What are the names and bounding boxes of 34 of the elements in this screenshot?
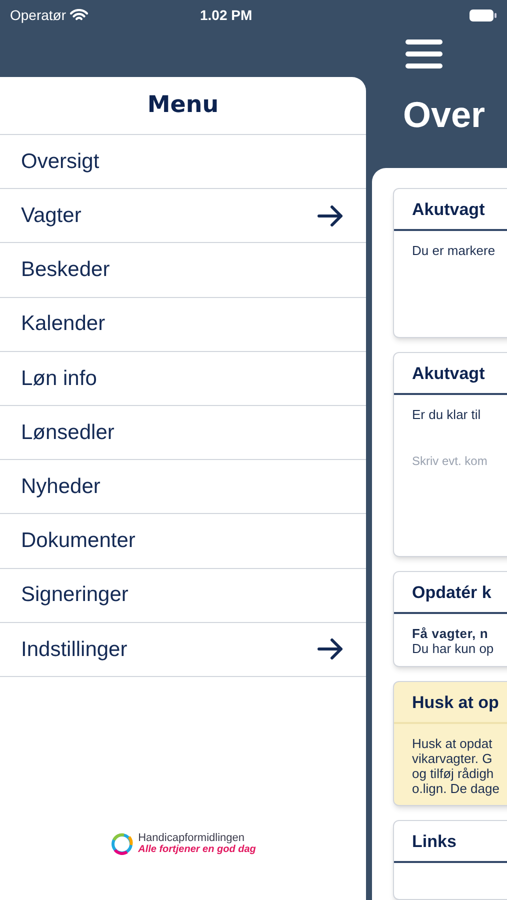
card-text: Er du klar til — [412, 406, 482, 422]
menu-title: Menu — [147, 91, 219, 120]
battery-icon — [469, 8, 497, 22]
card-text: Du er markere — [412, 242, 496, 258]
card-text: vikarvagter. G — [412, 750, 494, 766]
menu-item[interactable]: Dokumenter — [0, 514, 366, 568]
card-text: Du har kun op — [412, 640, 495, 656]
logo-icon — [110, 832, 134, 856]
page-title: Over — [403, 93, 486, 137]
menu-item[interactable]: Beskeder — [0, 243, 366, 298]
menu-item[interactable]: Kalender — [0, 298, 366, 352]
logo-tagline: Alle fortjener en god dag — [138, 844, 256, 856]
menu-item[interactable]: Lønsedler — [0, 406, 366, 460]
card-subtitle: Få vagter, n — [412, 626, 490, 640]
card-text: og tilføj rådigh — [412, 766, 495, 780]
menu-item[interactable]: Signeringer — [0, 568, 366, 623]
card-title: Akutvagt — [412, 363, 486, 385]
comment-field[interactable]: Skriv evt. kom — [412, 454, 507, 468]
card-title: Husk at op — [412, 692, 500, 714]
logo-name: Handicapformidlingen — [138, 832, 246, 844]
card-text: Husk at opdat — [412, 736, 494, 750]
card-text: o.lign. De dage — [412, 780, 500, 796]
clock-time: 1.02 PM — [200, 6, 252, 24]
menu-icon[interactable] — [405, 38, 443, 70]
menu-item[interactable]: Nyheder — [0, 460, 366, 514]
carrier-name: Operatør — [10, 6, 66, 25]
card-title: Opdatér k — [412, 582, 492, 604]
wifi-icon — [70, 8, 88, 22]
menu-item[interactable]: Oversigt — [0, 135, 366, 190]
menu-item[interactable]: Indstillinger — [0, 622, 366, 677]
menu-item[interactable]: Løn info — [0, 352, 366, 406]
card-title: Links — [412, 831, 458, 853]
card-title: Akutvagt — [412, 199, 486, 221]
menu-item[interactable]: Vagter — [0, 189, 366, 244]
